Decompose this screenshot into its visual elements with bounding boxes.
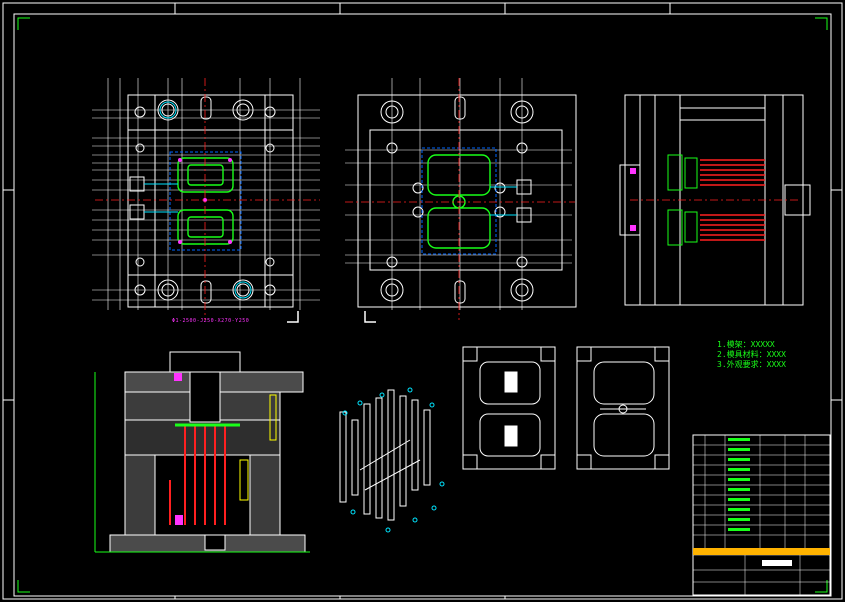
view-assembly-section <box>94 351 310 553</box>
view-core-insert <box>462 346 556 470</box>
view-fixed-half-plan <box>345 78 577 323</box>
note-line: 1.模架：XXXXX <box>717 340 775 349</box>
note-line: 2.模具材料：XXXX <box>717 350 786 359</box>
v1-cavity-lower <box>177 209 234 245</box>
view-ejector-pins <box>339 387 445 533</box>
view-cavity-insert <box>576 346 670 470</box>
title-block <box>692 434 831 596</box>
technical-notes: 1.模架：XXXXX 2.模具材料：XXXX 3.外观要求：XXXX <box>717 340 786 370</box>
view-side-section <box>619 94 811 306</box>
mold-drawing-canvas <box>2 2 843 600</box>
note-line: 3.外观要求：XXXX <box>717 360 786 369</box>
view-caption: Φ1-2500-J250-X270-Y250 <box>172 318 250 324</box>
view-moving-half-plan <box>92 78 320 323</box>
